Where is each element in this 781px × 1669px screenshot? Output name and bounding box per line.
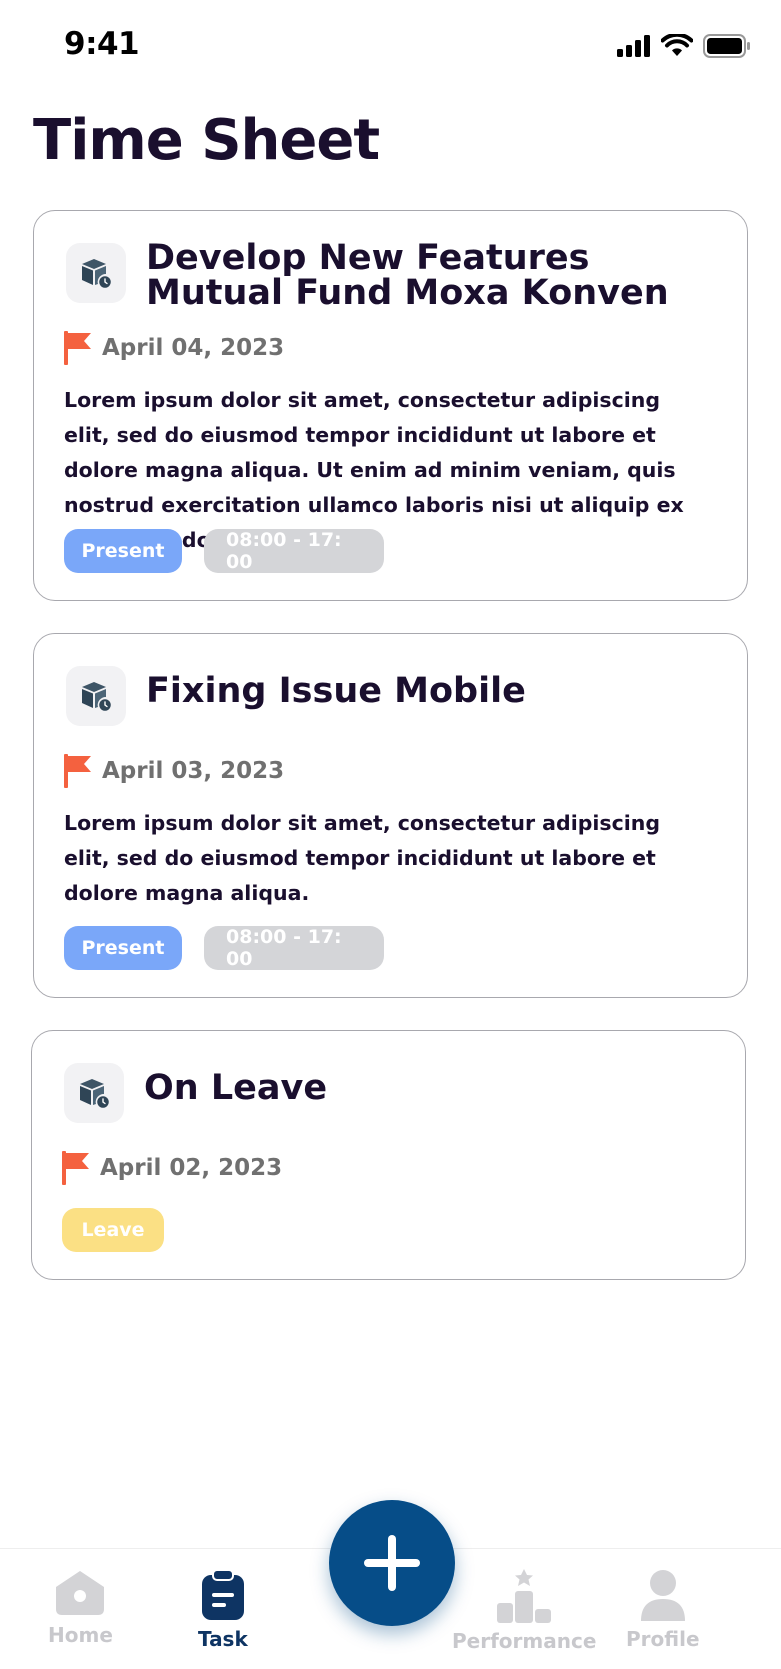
status-time: 9:41	[64, 26, 140, 62]
home-icon	[56, 1571, 105, 1615]
flag-icon	[64, 331, 91, 365]
box-clock-icon	[66, 666, 126, 726]
status-icons	[617, 34, 751, 58]
card-date: April 04, 2023	[102, 335, 285, 361]
card-title-line: On Leave	[144, 1068, 328, 1108]
add-task-button[interactable]	[329, 1500, 455, 1626]
plus-icon	[364, 1535, 420, 1591]
clipboard-icon	[201, 1569, 244, 1620]
card-title-line: Mutual Fund Moxa Konven	[146, 273, 669, 313]
nav-label: Home	[48, 1623, 113, 1647]
podium-icon	[497, 1569, 552, 1623]
date-row: April 03, 2023	[64, 754, 284, 788]
user-icon	[640, 1570, 685, 1621]
battery-icon	[703, 34, 750, 58]
nav-performance[interactable]: Performance	[452, 1569, 596, 1653]
card-date: April 03, 2023	[102, 758, 285, 784]
badge-row: Present 08:00 - 17: 00	[64, 529, 384, 573]
page-title: Time Sheet	[33, 108, 380, 173]
nav-profile[interactable]: Profile	[626, 1569, 700, 1651]
box-clock-icon	[66, 243, 126, 303]
flag-icon	[62, 1151, 89, 1185]
badge-row: Present 08:00 - 17: 00	[64, 926, 384, 970]
date-row: April 04, 2023	[64, 331, 284, 365]
nav-label: Profile	[626, 1627, 700, 1651]
timesheet-screen: 9:41 Time Sheet Develop New Features Mut…	[0, 0, 781, 1669]
card-title-line: Fixing Issue Mobile	[146, 671, 526, 711]
timesheet-card[interactable]: Fixing Issue Mobile April 03, 2023 Lorem…	[33, 633, 748, 998]
card-title: On Leave	[144, 1071, 721, 1106]
status-badge: Present	[64, 529, 182, 573]
flag-icon	[64, 754, 91, 788]
date-row: April 02, 2023	[62, 1151, 282, 1185]
card-description: Lorem ipsum dolor sit amet, consectetur …	[64, 811, 661, 905]
box-clock-icon	[64, 1063, 124, 1123]
card-title: Develop New Features Mutual Fund Moxa Ko…	[146, 241, 723, 311]
nav-label: Performance	[452, 1629, 597, 1653]
signal-icon	[617, 35, 650, 57]
card-title: Fixing Issue Mobile	[146, 674, 723, 709]
timesheet-card[interactable]: On Leave April 02, 2023 Leave	[31, 1030, 746, 1280]
card-date: April 02, 2023	[100, 1155, 283, 1181]
nav-task[interactable]: Task	[198, 1569, 248, 1651]
badge-row: Leave	[62, 1208, 164, 1252]
timesheet-card[interactable]: Develop New Features Mutual Fund Moxa Ko…	[33, 210, 748, 601]
card-title-line: Develop New Features	[146, 238, 590, 278]
hours-badge: 08:00 - 17: 00	[204, 529, 384, 573]
hours-badge: 08:00 - 17: 00	[204, 926, 384, 970]
status-badge: Present	[64, 926, 182, 970]
status-badge: Leave	[62, 1208, 164, 1252]
nav-label: Task	[198, 1627, 248, 1651]
wifi-icon	[661, 34, 693, 56]
nav-home[interactable]: Home	[48, 1569, 113, 1647]
